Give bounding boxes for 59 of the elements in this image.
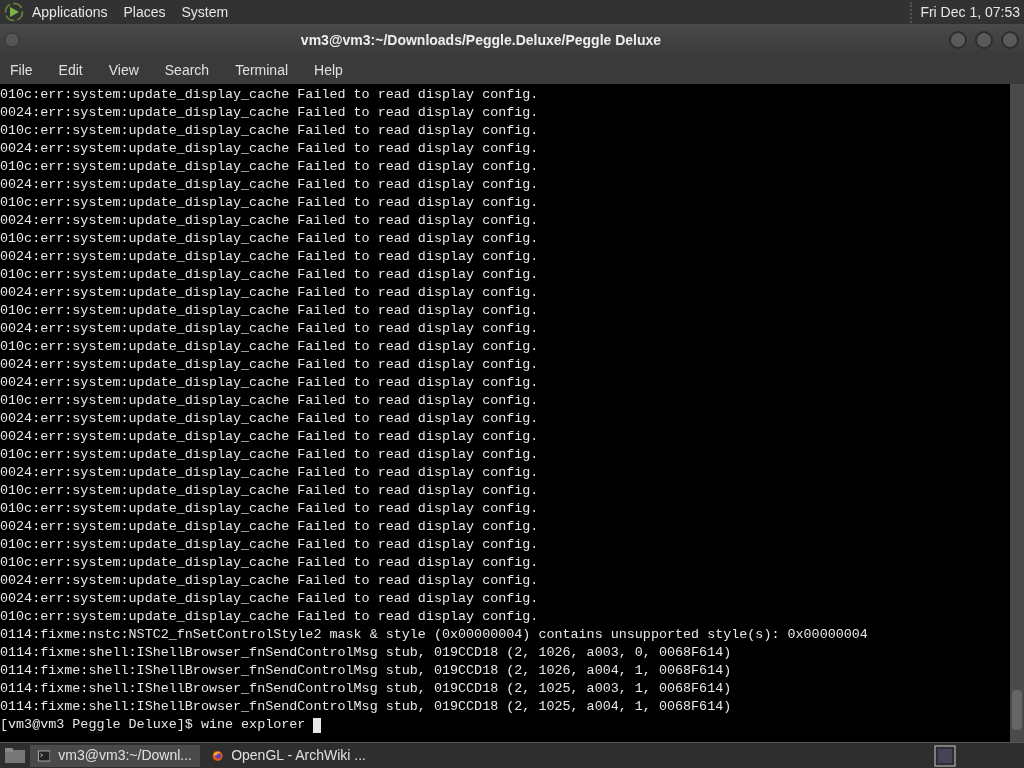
output-line: 010c:err:system:update_display_cache Failed to read display config. bbox=[0, 482, 539, 500]
output-line: 0024:err:system:update_display_cache Failed to read display config. bbox=[0, 410, 539, 428]
task-button[interactable]: vm3@vm3:~/Downl... bbox=[30, 744, 200, 767]
window-menu-icon[interactable] bbox=[4, 32, 20, 48]
text-cursor bbox=[313, 717, 322, 733]
scrollbar-thumb[interactable] bbox=[1012, 690, 1022, 730]
panel-menu[interactable]: Places bbox=[123, 1, 166, 23]
output-line: 0114:fixme:shell:IShellBrowser_fnSendControlMsg stub, 019CCD18 (2, 1025, a004, 1, 0068F614) bbox=[0, 698, 732, 716]
output-line: 010c:err:system:update_display_cache Failed to read display config. bbox=[0, 446, 539, 464]
output-line: 010c:err:system:update_display_cache Failed to read display config. bbox=[0, 158, 539, 176]
output-line: 0114:fixme:shell:IShellBrowser_fnSendControlMsg stub, 019CCD18 (2, 1026, a003, 0, 0068F614) bbox=[0, 644, 732, 662]
clock[interactable]: Fri Dec 1, 07:53 bbox=[910, 1, 1020, 23]
terminal-launcher-icon[interactable] bbox=[934, 744, 956, 767]
terminal-icon bbox=[38, 748, 51, 763]
output-line: 0024:err:system:update_display_cache Failed to read display config. bbox=[0, 320, 539, 338]
menu-item[interactable]: Terminal bbox=[235, 59, 289, 81]
output-line: 010c:err:system:update_display_cache Failed to read display config. bbox=[0, 86, 539, 104]
output-line: 0114:fixme:shell:IShellBrowser_fnSendControlMsg stub, 019CCD18 (2, 1026, a004, 1, 0068F614) bbox=[0, 662, 732, 680]
output-line: 010c:err:system:update_display_cache Failed to read display config. bbox=[0, 500, 539, 518]
output-line: 010c:err:system:update_display_cache Failed to read display config. bbox=[0, 266, 539, 284]
menu-item[interactable]: Search bbox=[164, 59, 210, 81]
output-line: 010c:err:system:update_display_cache Failed to read display config. bbox=[0, 536, 539, 554]
output-line: 0024:err:system:update_display_cache Failed to read display config. bbox=[0, 284, 539, 302]
output-line: 0024:err:system:update_display_cache Failed to read display config. bbox=[0, 104, 539, 122]
window-title: vm3@vm3:~/Downloads/Peggle.Deluxe/Peggle Deluxe bbox=[299, 30, 663, 50]
output-line: 0024:err:system:update_display_cache Failed to read display config. bbox=[0, 176, 539, 194]
output-line: 010c:err:system:update_display_cache Failed to read display config. bbox=[0, 338, 539, 356]
output-line: 0114:fixme:shell:IShellBrowser_fnSendControlMsg stub, 019CCD18 (2, 1025, a003, 1, 0068F614) bbox=[0, 680, 732, 698]
output-line: 010c:err:system:update_display_cache Failed to read display config. bbox=[0, 392, 539, 410]
output-line: 0024:err:system:update_display_cache Failed to read display config. bbox=[0, 248, 539, 266]
panel-menu[interactable]: System bbox=[181, 1, 229, 23]
output-line: 010c:err:system:update_display_cache Failed to read display config. bbox=[0, 554, 539, 572]
close-icon[interactable] bbox=[1000, 30, 1020, 50]
output-line: 0024:err:system:update_display_cache Failed to read display config. bbox=[0, 572, 539, 590]
menu-item[interactable]: Help bbox=[314, 59, 343, 81]
output-line: 010c:err:system:update_display_cache Failed to read display config. bbox=[0, 608, 539, 626]
maximize-icon[interactable] bbox=[974, 30, 994, 50]
output-line: 0024:err:system:update_display_cache Failed to read display config. bbox=[0, 140, 539, 158]
output-line: 0024:err:system:update_display_cache Failed to read display config. bbox=[0, 428, 539, 446]
output-line: 0024:err:system:update_display_cache Failed to read display config. bbox=[0, 590, 539, 608]
output-line: 0024:err:system:update_display_cache Failed to read display config. bbox=[0, 212, 539, 230]
menu-item[interactable]: Edit bbox=[58, 59, 83, 81]
scrollbar[interactable] bbox=[1010, 84, 1024, 742]
command-prompt: [vm3@vm3 Peggle Deluxe]$ wine explorer bbox=[0, 716, 306, 734]
menu-item[interactable]: File bbox=[10, 59, 33, 81]
output-line: 010c:err:system:update_display_cache Failed to read display config. bbox=[0, 230, 539, 248]
output-line: 010c:err:system:update_display_cache Failed to read display config. bbox=[0, 122, 539, 140]
minimize-icon[interactable] bbox=[948, 30, 968, 50]
output-line: 0024:err:system:update_display_cache Failed to read display config. bbox=[0, 374, 539, 392]
panel-menu[interactable]: Applications bbox=[32, 1, 108, 23]
output-line: 0024:err:system:update_display_cache Failed to read display config. bbox=[0, 518, 539, 536]
output-line: 010c:err:system:update_display_cache Failed to read display config. bbox=[0, 194, 539, 212]
output-line: 0114:fixme:nstc:NSTC2_fnSetControlStyle2 mask & style (0x00000004) contains unsupported style(s): 0x00000004 bbox=[0, 626, 868, 644]
play-logo-icon bbox=[4, 2, 24, 22]
output-line: 010c:err:system:update_display_cache Failed to read display config. bbox=[0, 302, 539, 320]
output-line: 0024:err:system:update_display_cache Failed to read display config. bbox=[0, 356, 539, 374]
task-button[interactable]: OpenGL - ArchWiki ... bbox=[204, 744, 374, 767]
output-line: 0024:err:system:update_display_cache Failed to read display config. bbox=[0, 464, 539, 482]
menu-item[interactable]: View bbox=[108, 59, 139, 81]
